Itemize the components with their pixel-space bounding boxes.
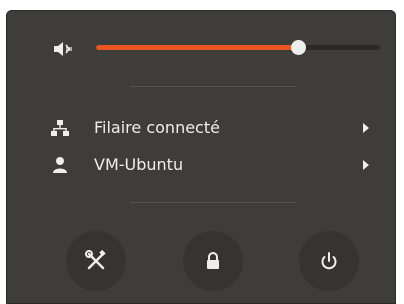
system-menu-popup: Filaire connecté VM-Ubuntu	[6, 10, 396, 304]
volume-slider-handle[interactable]	[290, 40, 306, 55]
separator	[130, 202, 296, 203]
menu-item-label: VM-Ubuntu	[94, 155, 184, 174]
volume-row	[6, 10, 396, 82]
separator	[130, 86, 296, 87]
menu-item-wired-connection[interactable]: Filaire connecté	[6, 111, 396, 145]
speaker-muted-low-icon[interactable]	[52, 39, 74, 59]
network-wired-icon	[51, 120, 69, 136]
settings-button[interactable]	[66, 231, 126, 291]
chevron-right-icon	[363, 123, 369, 133]
menu-item-label: Filaire connecté	[94, 118, 220, 137]
user-icon	[53, 157, 67, 173]
settings-tools-icon	[85, 249, 106, 270]
power-button[interactable]	[299, 231, 359, 291]
power-icon	[321, 252, 337, 270]
volume-slider[interactable]	[96, 40, 380, 55]
lock-icon	[207, 252, 219, 269]
lock-button[interactable]	[183, 231, 243, 291]
chevron-right-icon	[363, 160, 369, 170]
volume-slider-fill	[96, 45, 298, 50]
menu-item-user[interactable]: VM-Ubuntu	[6, 148, 396, 182]
